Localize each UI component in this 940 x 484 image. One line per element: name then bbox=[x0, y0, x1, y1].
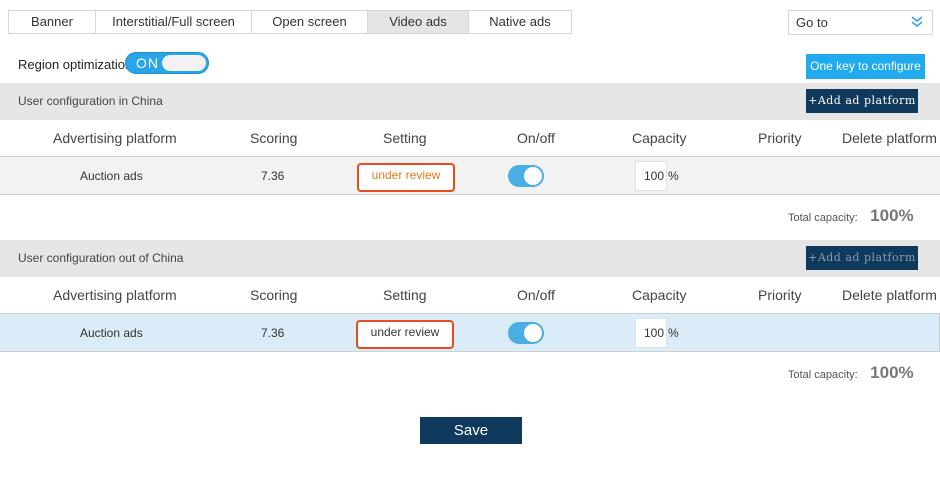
col-capacity: Capacity bbox=[632, 130, 687, 146]
table-row: Auction ads 7.36 under review 100 % bbox=[0, 313, 940, 352]
table-header: Advertising platform Scoring Setting On/… bbox=[0, 277, 940, 314]
setting-status-button[interactable]: under review bbox=[356, 320, 454, 349]
col-onoff: On/off bbox=[517, 287, 555, 303]
col-scoring: Scoring bbox=[250, 287, 298, 303]
section-header-china: User configuration in China +Add ad plat… bbox=[0, 83, 940, 120]
platform-name: Auction ads bbox=[80, 169, 143, 183]
table-row: Auction ads 7.36 under review 100 % bbox=[0, 156, 940, 195]
col-scoring: Scoring bbox=[250, 130, 298, 146]
setting-status-button[interactable]: under review bbox=[357, 163, 455, 192]
toggle-knob bbox=[524, 324, 542, 342]
section-title: User configuration in China bbox=[18, 94, 163, 108]
score-value: 7.36 bbox=[261, 326, 285, 340]
tab-native-ads[interactable]: Native ads bbox=[469, 11, 571, 33]
total-capacity: Total capacity: 100% bbox=[788, 206, 914, 226]
col-priority: Priority bbox=[758, 287, 802, 303]
col-delete-platform: Delete platform bbox=[842, 130, 937, 146]
tab-open-screen[interactable]: Open screen bbox=[252, 11, 368, 33]
region-optimization-label: Region optimization bbox=[18, 57, 133, 72]
double-chevron-down-icon bbox=[911, 16, 923, 28]
region-optimization-toggle[interactable]: ON bbox=[125, 52, 209, 74]
platform-onoff-toggle[interactable] bbox=[508, 322, 544, 344]
table-header: Advertising platform Scoring Setting On/… bbox=[0, 120, 940, 157]
platform-onoff-toggle[interactable] bbox=[508, 165, 544, 187]
total-capacity: Total capacity: 100% bbox=[788, 363, 914, 383]
total-capacity-value: 100% bbox=[870, 363, 914, 382]
col-capacity: Capacity bbox=[632, 287, 687, 303]
toggle-state-text: ON bbox=[136, 55, 159, 71]
tab-banner[interactable]: Banner bbox=[9, 11, 96, 33]
goto-dropdown[interactable]: Go to bbox=[788, 10, 933, 35]
col-priority: Priority bbox=[758, 130, 802, 146]
total-capacity-label: Total capacity: bbox=[788, 212, 858, 224]
capacity-unit: % bbox=[668, 169, 679, 183]
score-value: 7.36 bbox=[261, 169, 285, 183]
section-title: User configuration out of China bbox=[18, 251, 184, 265]
col-setting: Setting bbox=[383, 130, 427, 146]
save-button[interactable]: Save bbox=[420, 417, 522, 444]
toggle-knob bbox=[162, 55, 206, 71]
total-capacity-label: Total capacity: bbox=[788, 369, 858, 381]
section-header-out-of-china: User configuration out of China +Add ad … bbox=[0, 240, 940, 277]
tab-interstitial[interactable]: Interstitial/Full screen bbox=[96, 11, 252, 33]
capacity-unit: % bbox=[668, 326, 679, 340]
goto-label: Go to bbox=[796, 15, 828, 30]
add-ad-platform-button[interactable]: +Add ad platform bbox=[806, 246, 918, 270]
capacity-input[interactable]: 100 bbox=[635, 161, 667, 191]
capacity-input[interactable]: 100 bbox=[635, 318, 667, 348]
col-advertising-platform: Advertising platform bbox=[53, 130, 177, 146]
total-capacity-value: 100% bbox=[870, 206, 914, 225]
col-setting: Setting bbox=[383, 287, 427, 303]
col-advertising-platform: Advertising platform bbox=[53, 287, 177, 303]
col-delete-platform: Delete platform bbox=[842, 287, 937, 303]
platform-name: Auction ads bbox=[80, 326, 143, 340]
toggle-knob bbox=[524, 167, 542, 185]
one-key-configure-button[interactable]: One key to configure bbox=[806, 54, 925, 79]
ad-type-tabs: Banner Interstitial/Full screen Open scr… bbox=[8, 10, 572, 34]
add-ad-platform-button[interactable]: +Add ad platform bbox=[806, 89, 918, 113]
col-onoff: On/off bbox=[517, 130, 555, 146]
tab-video-ads[interactable]: Video ads bbox=[368, 11, 469, 33]
